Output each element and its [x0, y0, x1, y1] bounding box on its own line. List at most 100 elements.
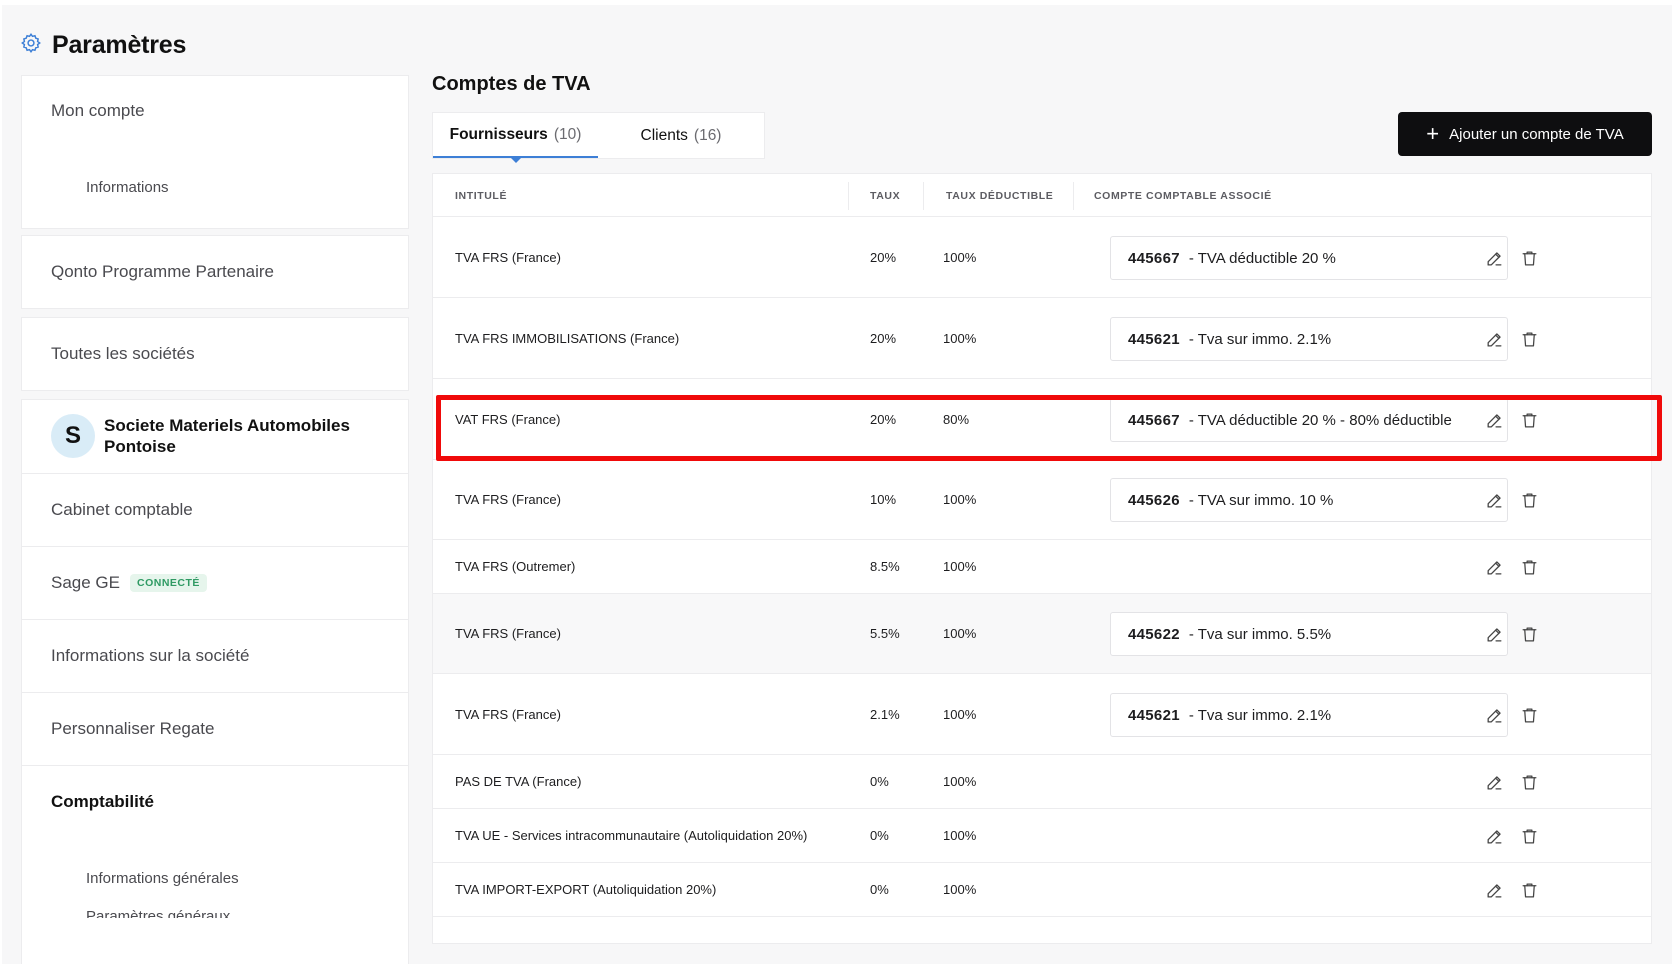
- table-row[interactable]: TVA FRS (France) 2.1% 100% 445621 - Tva sur …: [433, 674, 1651, 755]
- pencil-icon[interactable]: [1483, 704, 1505, 726]
- trash-icon[interactable]: [1518, 623, 1540, 645]
- cell-rate: 20%: [870, 330, 897, 346]
- sidebar-item-accounting-firm[interactable]: Cabinet comptable: [21, 473, 409, 546]
- cell-deductible: 100%: [943, 249, 977, 265]
- account-label: - Tva sur immo. 5.5%: [1188, 625, 1332, 643]
- tab-label: Clients: [640, 126, 688, 144]
- associated-account-select[interactable]: 445622 - Tva sur immo. 5.5%: [1110, 612, 1508, 656]
- gear-icon: [20, 32, 42, 59]
- page-header: Paramètres: [20, 30, 186, 60]
- account-number: 445667: [1128, 411, 1180, 429]
- account-number: 445626: [1128, 491, 1180, 509]
- account-number: 445667: [1128, 249, 1180, 267]
- pencil-icon[interactable]: [1483, 771, 1505, 793]
- trash-icon[interactable]: [1518, 879, 1540, 901]
- pencil-icon[interactable]: [1483, 556, 1505, 578]
- associated-account-select[interactable]: 445626 - TVA sur immo. 10 %: [1110, 478, 1508, 522]
- table-row[interactable]: TVA FRS (France) 10% 100% 445626 - TVA sur i…: [433, 460, 1651, 540]
- cell-label: TVA UE - Services intracommunautaire (Au…: [455, 828, 808, 843]
- trash-icon[interactable]: [1518, 409, 1540, 431]
- account-label: - TVA déductible 20 % - 80% déductible: [1188, 411, 1452, 429]
- trash-icon[interactable]: [1518, 556, 1540, 578]
- column-separator: [848, 182, 849, 210]
- cell-rate: 0%: [870, 828, 889, 843]
- sidebar-item-company[interactable]: S Societe Materiels Automobiles Pontoise: [21, 399, 409, 473]
- plus-icon: +: [1426, 121, 1440, 146]
- sidebar-item-customize[interactable]: Personnaliser Regate: [21, 692, 409, 765]
- cell-label: TVA FRS (France): [455, 626, 561, 641]
- sidebar-item-label: Mon compte: [51, 101, 145, 120]
- cell-rate: 5.5%: [870, 626, 900, 641]
- trash-icon[interactable]: [1518, 489, 1540, 511]
- account-label: - Tva sur immo. 2.1%: [1188, 330, 1332, 348]
- sidebar-item-label: Qonto Programme Partenaire: [51, 262, 274, 281]
- company-name: Societe Materiels Automobiles Pontoise: [104, 416, 350, 456]
- sidebar-subitem-informations[interactable]: Informations: [21, 157, 409, 217]
- sidebar-item-partner-program[interactable]: Qonto Programme Partenaire: [21, 235, 409, 309]
- cell-deductible: 100%: [943, 626, 977, 641]
- column-header-rate: TAUX: [870, 189, 901, 202]
- tab-suppliers[interactable]: Fournisseurs (10): [433, 113, 598, 163]
- sidebar-item-company-info[interactable]: Informations sur la société: [21, 619, 409, 692]
- sidebar-item-label: Personnaliser Regate: [51, 718, 215, 738]
- page-title: Paramètres: [52, 30, 187, 59]
- sidebar-item-label: Cabinet comptable: [51, 499, 193, 519]
- cell-label: TVA FRS (Outremer): [455, 559, 576, 574]
- add-vat-account-button[interactable]: + Ajouter un compte de TVA: [1398, 112, 1652, 156]
- account-label: - TVA déductible 20 %: [1188, 249, 1336, 267]
- pencil-icon[interactable]: [1483, 623, 1505, 645]
- table-row[interactable]: TVA FRS (Outremer) 8.5% 100%: [433, 540, 1651, 594]
- table-row[interactable]: TVA FRS (France) 5.5% 100% 445622 - Tva sur …: [433, 594, 1651, 674]
- pencil-icon[interactable]: [1483, 409, 1505, 431]
- tab-count: (16): [693, 126, 722, 144]
- table-header: INTITULÉ TAUX TAUX DÉDUCTIBLE COMPTE COM…: [433, 174, 1651, 217]
- table-row[interactable]: TVA IMPORT-EXPORT (Autoliquidation 20%) 0…: [433, 863, 1651, 917]
- account-number: 445621: [1128, 706, 1180, 724]
- cell-label: TVA FRS IMMOBILISATIONS (France): [455, 330, 680, 346]
- vat-accounts-table: INTITULÉ TAUX TAUX DÉDUCTIBLE COMPTE COM…: [432, 173, 1652, 944]
- cell-rate: 20%: [870, 249, 897, 265]
- table-row[interactable]: PAS DE TVA (France) 0% 100%: [433, 755, 1651, 809]
- associated-account-select[interactable]: 445621 - Tva sur immo. 2.1%: [1110, 317, 1508, 361]
- pencil-icon[interactable]: [1483, 879, 1505, 901]
- sidebar-subitem-partial[interactable]: Paramètres généraux: [21, 898, 409, 918]
- status-badge: CONNECTÉ: [130, 573, 207, 592]
- associated-account-select[interactable]: 445621 - Tva sur immo. 2.1%: [1110, 693, 1508, 737]
- sidebar-item-label: Informations générales: [86, 869, 239, 887]
- trash-icon[interactable]: [1518, 328, 1540, 350]
- cell-label: TVA FRS (France): [455, 706, 561, 722]
- column-header-label: INTITULÉ: [455, 189, 508, 202]
- avatar: S: [51, 414, 95, 458]
- sidebar-item-sage[interactable]: Sage GE CONNECTÉ: [21, 546, 409, 619]
- table-row[interactable]: TVA UE - Services intracommunautaire (Au…: [433, 809, 1651, 863]
- cell-label: TVA FRS (France): [455, 249, 561, 265]
- trash-icon[interactable]: [1518, 247, 1540, 269]
- cell-deductible: 100%: [943, 828, 977, 843]
- column-separator: [923, 182, 924, 210]
- column-header-account: COMPTE COMPTABLE ASSOCIÉ: [1094, 189, 1272, 202]
- cell-rate: 0%: [870, 882, 889, 897]
- cell-rate: 2.1%: [870, 706, 900, 722]
- add-button-label: Ajouter un compte de TVA: [1449, 125, 1624, 143]
- sidebar-item-label: Informations sur la société: [51, 645, 250, 665]
- trash-icon[interactable]: [1518, 704, 1540, 726]
- pencil-icon[interactable]: [1483, 247, 1505, 269]
- associated-account-select[interactable]: 445667 - TVA déductible 20 %: [1110, 236, 1508, 280]
- pencil-icon[interactable]: [1483, 328, 1505, 350]
- cell-deductible: 100%: [943, 492, 977, 507]
- sidebar-item-all-companies[interactable]: Toutes les sociétés: [21, 317, 409, 391]
- associated-account-select[interactable]: 445667 - TVA déductible 20 % - 80% déduct…: [1110, 398, 1508, 442]
- table-row[interactable]: TVA FRS IMMOBILISATIONS (France) 20% 100% 4…: [433, 298, 1651, 379]
- cell-label: VAT FRS (France): [455, 411, 561, 427]
- sidebar-item-my-account[interactable]: Mon compte: [21, 75, 409, 147]
- table-row[interactable]: TVA FRS (France) 20% 100% 445667 - TVA déduc…: [433, 217, 1651, 298]
- trash-icon[interactable]: [1518, 825, 1540, 847]
- tab-clients[interactable]: Clients (16): [598, 113, 764, 158]
- trash-icon[interactable]: [1518, 771, 1540, 793]
- table-row[interactable]: VAT FRS (France) 20% 80% 445667 - TVA déduct…: [433, 379, 1651, 460]
- pencil-icon[interactable]: [1483, 825, 1505, 847]
- section-title: Comptes de TVA: [432, 73, 591, 95]
- pencil-icon[interactable]: [1483, 489, 1505, 511]
- cell-label: TVA IMPORT-EXPORT (Autoliquidation 20%): [455, 882, 717, 897]
- sidebar-item-accounting[interactable]: Comptabilité: [21, 765, 409, 838]
